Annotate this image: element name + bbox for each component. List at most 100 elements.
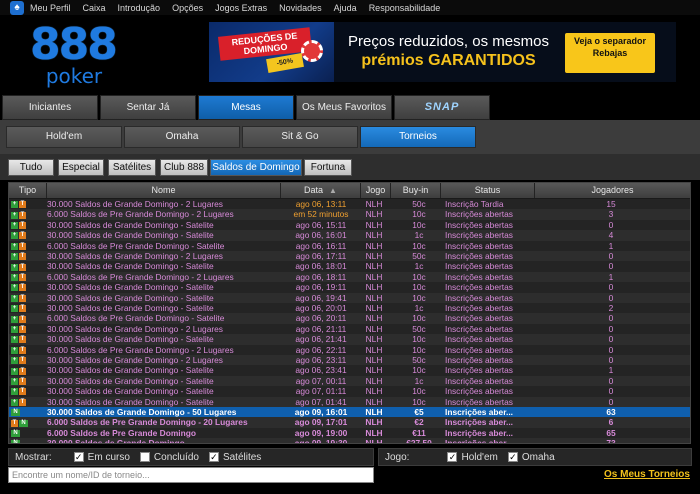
- filter-fortuna[interactable]: Fortuna: [304, 159, 352, 176]
- checkbox-box[interactable]: ✓: [447, 452, 458, 462]
- table-row[interactable]: + T 30.000 Saldos de Grande Domingo - Sate…: [9, 261, 690, 272]
- tab-sit-go[interactable]: Sit & Go: [242, 126, 358, 148]
- tournament-status: Inscrições aber...: [445, 427, 513, 438]
- tab-omaha[interactable]: Omaha: [124, 126, 240, 148]
- menu-caixa[interactable]: Caixa: [83, 3, 106, 13]
- filter-club-888[interactable]: Club 888: [160, 159, 208, 176]
- ticket-icon: T: [19, 367, 26, 375]
- show-label: Mostrar:: [15, 451, 52, 463]
- table-row[interactable]: + T 6.000 Saldos de Pre Grande Domingo - 2…: [9, 344, 690, 355]
- table-row[interactable]: + T 6.000 Saldos de Pre Grande Domingo - 2…: [9, 271, 690, 283]
- col-tipo[interactable]: Tipo: [9, 183, 47, 198]
- filter-especial[interactable]: Especial: [58, 159, 104, 176]
- table-row[interactable]: T N 6.000 Saldos de Pre Grande Domingo - 2…: [9, 417, 690, 428]
- tournament-players: 1: [608, 240, 614, 251]
- table-row[interactable]: + T 30.000 Saldos de Grande Domingo - 2 Lu…: [9, 251, 690, 262]
- table-row[interactable]: + T 30.000 Saldos de Grande Domingo - Sate…: [9, 230, 690, 241]
- checkbox-box[interactable]: ✓: [507, 452, 518, 462]
- filter-satelites[interactable]: Satélites: [108, 159, 156, 176]
- table-row[interactable]: + T 6.000 Saldos de Pre Grande Domingo - S…: [9, 240, 690, 251]
- checkbox-box[interactable]: [139, 452, 150, 462]
- tournament-status: Inscrições abertas: [445, 219, 513, 230]
- type-icons: + T: [11, 282, 41, 292]
- checkbox-em-curso[interactable]: ✓ Em curso: [73, 452, 130, 463]
- tab-torneios[interactable]: Torneios: [360, 126, 476, 148]
- tournament-search-input[interactable]: Encontre um nome/ID de torneio...: [8, 467, 374, 483]
- rebuy-icon: +: [11, 201, 18, 209]
- checkbox-box[interactable]: ✓: [208, 452, 219, 462]
- table-row[interactable]: N 30.000 Saldos de Grande Domingo - 50 Lu…: [9, 407, 690, 418]
- tournament-game: NLH: [365, 407, 383, 417]
- discount-ticket: -50%: [266, 52, 304, 74]
- type-icons: + T: [11, 365, 41, 375]
- col-data[interactable]: Data ▲: [281, 183, 361, 198]
- tab-sentar-ja[interactable]: Sentar Já: [100, 95, 196, 120]
- menu-introducao[interactable]: Introdução: [118, 3, 161, 13]
- checkbox-box[interactable]: ✓: [73, 452, 84, 462]
- tournament-game: NLH: [365, 386, 383, 397]
- tournament-name: 30.000 Saldos de Grande Domingo - Sateli…: [47, 396, 214, 407]
- table-row[interactable]: N 6.000 Saldos de Pre Grande Domingo ago 0…: [9, 427, 690, 439]
- type-icons: + T: [11, 220, 41, 230]
- table-row[interactable]: + T 6.000 Saldos de Pre Grande Domingo - S…: [9, 313, 690, 324]
- table-row[interactable]: + T 30.000 Saldos de Grande Domingo - 2 Lu…: [9, 323, 690, 335]
- table-row[interactable]: + T 30.000 Saldos de Grande Domingo - Sate…: [9, 396, 690, 407]
- menu-ajuda[interactable]: Ajuda: [334, 3, 357, 13]
- app-icon[interactable]: ♠: [10, 0, 24, 15]
- tournament-game: NLH: [365, 292, 383, 303]
- tournament-game: NLH: [365, 240, 383, 251]
- menu-opcoes[interactable]: Opções: [172, 3, 203, 13]
- table-row[interactable]: + T 30.000 Saldos de Grande Domingo - Sate…: [9, 334, 690, 345]
- tab-iniciantes[interactable]: Iniciantes: [2, 95, 98, 120]
- rebuy-icon: +: [11, 357, 18, 365]
- promo-banner[interactable]: REDUÇÕES DE DOMINGO -50% Preços reduzido…: [209, 22, 676, 82]
- checkbox-concluido[interactable]: Concluído: [139, 452, 199, 463]
- filter-tudo[interactable]: Tudo: [8, 159, 54, 176]
- col-status[interactable]: Status: [441, 183, 535, 198]
- tournament-name: 30.000 Saldos de Grande Domingo - 50 Lug…: [47, 407, 237, 417]
- table-row[interactable]: + T 30.000 Saldos de Grande Domingo - Sate…: [9, 219, 690, 231]
- tournament-game: NLH: [365, 230, 383, 241]
- filter-saldos-de-domingo[interactable]: Saldos de Domingo: [210, 159, 302, 176]
- menu-meu-perfil[interactable]: Meu Perfil: [30, 3, 71, 13]
- table-row[interactable]: + T 30.000 Saldos de Grande Domingo - 2 Lu…: [9, 199, 690, 210]
- table-row[interactable]: + T 30.000 Saldos de Grande Domingo - Sate…: [9, 365, 690, 376]
- table-row[interactable]: + T 30.000 Saldos de Grande Domingo - Sate…: [9, 303, 690, 314]
- tournament-players: 0: [608, 355, 614, 365]
- table-row[interactable]: + T 30.000 Saldos de Grande Domingo - Sate…: [9, 292, 690, 303]
- my-tournaments-link[interactable]: Os Meus Torneios: [604, 469, 690, 480]
- table-row[interactable]: + T 30.000 Saldos de Grande Domingo - 2 Lu…: [9, 355, 690, 366]
- tournament-name: 30.000 Saldos de Grande Domingo - Sateli…: [47, 365, 214, 376]
- tournament-date: ago 06, 19:11: [295, 282, 347, 293]
- tournament-name: 30.000 Saldos de Grande Domingo - Sateli…: [47, 282, 214, 293]
- header: 888 poker REDUÇÕES DE DOMINGO -50% Preço…: [0, 15, 700, 95]
- type-icons: + T: [11, 303, 41, 313]
- col-jogo[interactable]: Jogo: [361, 183, 391, 198]
- rebuy-icon: +: [11, 378, 18, 386]
- rebuy-icon: +: [11, 242, 18, 250]
- table-row[interactable]: + T 30.000 Saldos de Grande Domingo - Sate…: [9, 282, 690, 293]
- tournament-players: 0: [608, 261, 614, 272]
- tab-mesas[interactable]: Mesas: [198, 95, 294, 120]
- tab-favoritos[interactable]: Os Meus Favoritos: [296, 95, 392, 120]
- checkbox-holdem[interactable]: ✓ Hold'em: [447, 452, 498, 463]
- col-jogadores[interactable]: Jogadores: [535, 183, 690, 198]
- tournament-players: 0: [608, 396, 614, 407]
- checkbox-satelites[interactable]: ✓ Satélites: [208, 452, 261, 463]
- table-row[interactable]: + T 6.000 Saldos de Pre Grande Domingo - 2…: [9, 209, 690, 220]
- promo-cta-button[interactable]: Veja o separador Rebajas: [565, 33, 655, 73]
- tab-snap[interactable]: SNAP: [394, 95, 490, 120]
- table-row[interactable]: + T 30.000 Saldos de Grande Domingo - Sate…: [9, 386, 690, 397]
- checkbox-omaha[interactable]: ✓ Omaha: [507, 452, 555, 463]
- tab-holdem[interactable]: Hold'em: [6, 126, 122, 148]
- tournament-game: NLH: [365, 313, 383, 324]
- menu-novidades[interactable]: Novidades: [279, 3, 322, 13]
- table-row[interactable]: N 30.000 Saldos de Grande Domingo ago 09, …: [9, 438, 690, 443]
- tournament-players: 6: [608, 417, 614, 428]
- menu-responsabilidade[interactable]: Responsabilidade: [369, 3, 441, 13]
- tournament-players: 0: [608, 386, 614, 397]
- table-row[interactable]: + T 30.000 Saldos de Grande Domingo - Sate…: [9, 375, 690, 387]
- menu-jogos-extras[interactable]: Jogos Extras: [215, 3, 267, 13]
- col-nome[interactable]: Nome: [47, 183, 281, 198]
- col-buyin[interactable]: Buy-in: [391, 183, 441, 198]
